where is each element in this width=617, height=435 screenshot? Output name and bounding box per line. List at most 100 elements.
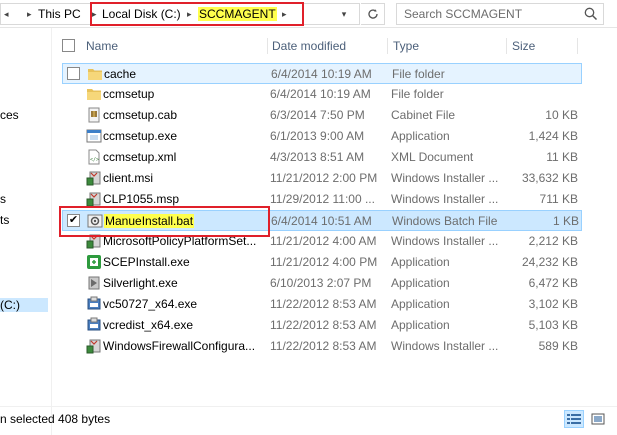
silverlight-exe-icon xyxy=(88,276,100,290)
file-type: Cabinet File xyxy=(391,108,456,122)
search-box[interactable]: Search SCCMAGENT xyxy=(396,3,604,25)
file-type: File folder xyxy=(392,67,445,81)
large-icons-view-button[interactable] xyxy=(588,410,608,428)
status-selection-text: n selected 408 bytes xyxy=(0,412,111,426)
file-name: ccmsetup.cab xyxy=(103,108,178,122)
back-chevron-icon[interactable]: ◂ xyxy=(4,4,9,24)
file-name: Silverlight.exe xyxy=(103,276,178,290)
breadcrumb-separator-icon[interactable]: ▸ xyxy=(27,4,32,24)
select-all-checkbox[interactable] xyxy=(62,39,75,52)
file-date: 11/21/2012 2:00 PM xyxy=(270,171,378,185)
file-size: 1,424 KB xyxy=(528,129,578,143)
file-size: 33,632 KB xyxy=(521,171,578,185)
file-type: Windows Batch File xyxy=(392,214,498,228)
file-row[interactable]: Silverlight.exe 6/10/2013 2:07 PM Applic… xyxy=(62,273,582,294)
address-bar-row: ◂ ▸ This PC ▸ Local Disk (C:) ▸ SCCMAGEN… xyxy=(0,0,617,28)
file-name: vcredist_x64.exe xyxy=(103,318,194,332)
file-size xyxy=(512,84,578,105)
status-bar: n selected 408 bytes xyxy=(0,406,617,435)
file-size: 10 KB xyxy=(545,108,578,122)
file-row[interactable]: cache 6/4/2014 10:19 AM File folder xyxy=(62,63,582,84)
column-divider[interactable] xyxy=(387,38,388,54)
column-divider[interactable] xyxy=(506,38,507,54)
file-size: 711 KB xyxy=(539,192,578,206)
large-icons-view-icon xyxy=(591,413,605,425)
column-date-modified[interactable]: Date modified xyxy=(272,34,346,58)
file-row[interactable]: SCEPInstall.exe 11/21/2012 4:00 PM Appli… xyxy=(62,252,582,273)
file-date: 6/3/2014 7:50 PM xyxy=(270,108,365,122)
file-type: Application xyxy=(391,318,450,332)
annotation-highlight-address xyxy=(90,2,304,26)
file-type: Application xyxy=(391,255,450,269)
file-type: Windows Installer ... xyxy=(391,234,499,248)
address-dropdown-icon[interactable]: ▾ xyxy=(337,4,351,24)
file-type: Application xyxy=(391,276,450,290)
nav-item-partial[interactable]: s xyxy=(0,192,6,206)
file-size xyxy=(513,64,579,85)
file-row[interactable]: WindowsFirewallConfigura... 11/22/2012 8… xyxy=(62,336,582,357)
file-date: 11/21/2012 4:00 AM xyxy=(270,234,377,248)
column-name[interactable]: Name xyxy=(86,34,118,58)
nav-item-partial[interactable]: ts xyxy=(0,213,9,227)
scep-exe-icon xyxy=(87,255,101,269)
file-row[interactable]: ccmsetup 6/4/2014 10:19 AM File folder xyxy=(62,84,582,105)
file-type: Application xyxy=(391,297,450,311)
msi-file-icon xyxy=(86,339,101,354)
file-type: Windows Installer ... xyxy=(391,192,499,206)
file-date: 11/22/2012 8:53 AM xyxy=(270,297,377,311)
file-type: Application xyxy=(391,129,450,143)
file-date: 6/4/2014 10:19 AM xyxy=(271,67,372,81)
breadcrumb-this-pc[interactable]: This PC xyxy=(38,4,81,24)
search-icon[interactable] xyxy=(583,6,599,22)
file-row[interactable]: ccmsetup.exe 6/1/2013 9:00 AM Applicatio… xyxy=(62,126,582,147)
file-row[interactable]: client.msi 11/21/2012 2:00 PM Windows In… xyxy=(62,168,582,189)
file-row[interactable]: vcredist_x64.exe 11/22/2012 8:53 AM Appl… xyxy=(62,315,582,336)
installer-exe-icon xyxy=(87,317,101,331)
file-row[interactable]: ccmsetup.cab 6/3/2014 7:50 PM Cabinet Fi… xyxy=(62,105,582,126)
file-date: 6/4/2014 10:19 AM xyxy=(270,87,371,101)
file-type: XML Document xyxy=(391,150,474,164)
svg-text:</>: </> xyxy=(90,157,99,163)
file-name: client.msi xyxy=(103,171,154,185)
annotation-highlight-file xyxy=(59,206,270,237)
file-row[interactable]: </> ccmsetup.xml 4/3/2013 8:51 AM XML Do… xyxy=(62,147,582,168)
details-view-button[interactable] xyxy=(564,410,584,428)
column-type[interactable]: Type xyxy=(393,34,419,58)
file-date: 4/3/2013 8:51 AM xyxy=(270,150,365,164)
details-view-icon xyxy=(567,414,581,424)
file-name: vc50727_x64.exe xyxy=(103,297,198,311)
column-divider[interactable] xyxy=(267,38,268,54)
msi-file-icon xyxy=(86,171,101,186)
file-date: 6/10/2013 2:07 PM xyxy=(270,276,372,290)
cab-file-icon xyxy=(88,107,100,123)
row-checkbox[interactable] xyxy=(67,67,80,80)
file-size: 2,212 KB xyxy=(528,234,578,248)
xml-file-icon: </> xyxy=(88,149,100,165)
msp-file-icon xyxy=(86,192,101,207)
file-size: 11 KB xyxy=(546,150,578,164)
file-date: 6/1/2013 9:00 AM xyxy=(270,129,365,143)
file-size: 6,472 KB xyxy=(528,276,578,290)
file-type: Windows Installer ... xyxy=(391,171,499,185)
refresh-icon xyxy=(367,9,378,19)
navigation-pane[interactable]: ces s ts (C:) xyxy=(0,28,52,435)
file-date: 11/21/2012 4:00 PM xyxy=(270,255,378,269)
file-name: ccmsetup.xml xyxy=(103,150,177,164)
file-row[interactable]: vc50727_x64.exe 11/22/2012 8:53 AM Appli… xyxy=(62,294,582,315)
file-type: File folder xyxy=(391,87,444,101)
file-size: 3,102 KB xyxy=(528,297,578,311)
nav-item-local-disk-partial[interactable]: (C:) xyxy=(0,298,48,312)
column-size[interactable]: Size xyxy=(512,34,535,58)
refresh-button[interactable] xyxy=(361,3,385,25)
column-divider[interactable] xyxy=(577,38,578,54)
exe-file-icon xyxy=(86,129,102,143)
file-size: 24,232 KB xyxy=(521,255,578,269)
column-header: Name Date modified Type Size xyxy=(52,34,617,58)
search-input[interactable]: Search SCCMAGENT xyxy=(404,4,522,24)
file-date: 11/22/2012 8:53 AM xyxy=(270,339,377,353)
file-name: SCEPInstall.exe xyxy=(103,255,190,269)
nav-item-partial[interactable]: ces xyxy=(0,108,19,122)
file-type: Windows Installer ... xyxy=(391,339,499,353)
file-size: 589 KB xyxy=(538,339,578,353)
file-size: 1 KB xyxy=(552,214,579,228)
